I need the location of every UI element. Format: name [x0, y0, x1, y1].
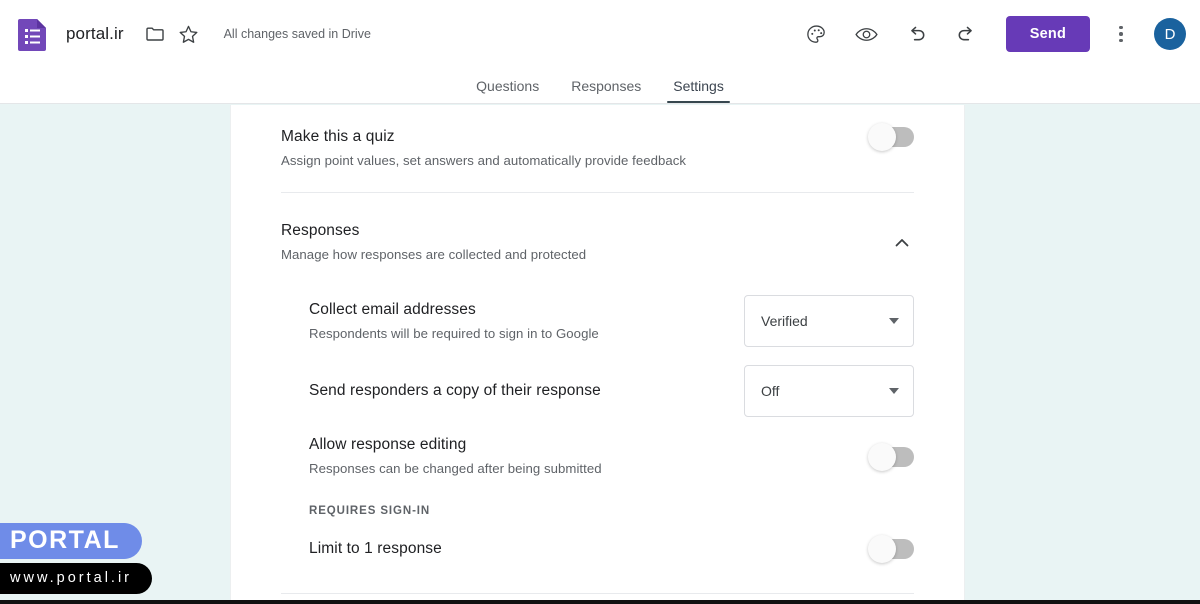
chevron-down-icon: [889, 388, 899, 394]
collect-email-text: Collect email addresses Respondents will…: [309, 300, 619, 343]
kebab-menu-icon[interactable]: [1106, 15, 1136, 53]
responses-title: Responses: [281, 221, 586, 241]
page-bottom-border: [0, 600, 1200, 604]
collect-email-value: Verified: [761, 313, 808, 329]
send-copy-value: Off: [761, 383, 779, 399]
save-status-text: All changes saved in Drive: [224, 27, 371, 41]
chevron-down-icon: [889, 318, 899, 324]
kebab-dot: [1119, 32, 1123, 36]
collect-email-select[interactable]: Verified: [744, 295, 914, 347]
limit-response-title: Limit to 1 response: [309, 539, 442, 559]
tab-responses[interactable]: Responses: [555, 78, 657, 103]
allow-editing-text: Allow response editing Responses can be …: [309, 435, 622, 478]
watermark-url: www.portal.ir: [0, 563, 152, 594]
undo-arrow-icon[interactable]: [898, 15, 936, 53]
make-quiz-subtitle: Assign point values, set answers and aut…: [281, 152, 686, 170]
bottom-divider: [281, 593, 914, 594]
allow-editing-toggle[interactable]: [870, 447, 914, 467]
tab-settings[interactable]: Settings: [657, 78, 740, 103]
responses-section-header[interactable]: Responses Manage how responses are colle…: [231, 193, 964, 286]
chevron-up-icon[interactable]: [890, 231, 914, 255]
send-copy-title: Send responders a copy of their response: [309, 381, 601, 401]
watermark-brand: PORTAL: [0, 523, 142, 559]
allow-editing-title: Allow response editing: [309, 435, 602, 455]
requires-sign-in-label: Requires sign-in: [309, 487, 914, 521]
send-button[interactable]: Send: [1006, 16, 1090, 52]
responses-header-text: Responses Manage how responses are colle…: [281, 221, 586, 264]
limit-response-text: Limit to 1 response: [309, 539, 462, 559]
kebab-dot: [1119, 26, 1123, 30]
watermark: PORTAL www.portal.ir: [0, 523, 200, 594]
setting-row-collect-email: Collect email addresses Respondents will…: [309, 286, 914, 356]
toggle-knob: [868, 443, 896, 471]
send-copy-select[interactable]: Off: [744, 365, 914, 417]
toggle-knob: [868, 123, 896, 151]
settings-card: Make this a quiz Assign point values, se…: [230, 105, 965, 604]
star-icon[interactable]: [172, 17, 206, 51]
responses-settings-list: Collect email addresses Respondents will…: [231, 286, 964, 577]
tab-questions[interactable]: Questions: [460, 78, 555, 103]
make-quiz-toggle-cell: [744, 127, 914, 147]
document-title[interactable]: portal.ir: [66, 24, 124, 44]
toolbar-actions: Send D: [798, 15, 1186, 53]
make-quiz-toggle[interactable]: [870, 127, 914, 147]
top-toolbar: portal.ir All changes saved in Drive: [0, 0, 1200, 68]
kebab-dot: [1119, 39, 1123, 43]
tab-bar: Questions Responses Settings: [0, 68, 1200, 104]
palette-icon[interactable]: [798, 15, 836, 53]
setting-row-send-copy: Send responders a copy of their response…: [309, 356, 914, 426]
eye-preview-icon[interactable]: [848, 15, 886, 53]
make-quiz-title: Make this a quiz: [281, 127, 686, 147]
limit-response-toggle-cell: [744, 539, 914, 559]
avatar[interactable]: D: [1154, 18, 1186, 50]
allow-editing-toggle-cell: [744, 447, 914, 467]
redo-arrow-icon[interactable]: [948, 15, 986, 53]
allow-editing-subtitle: Responses can be changed after being sub…: [309, 460, 602, 478]
collect-email-subtitle: Respondents will be required to sign in …: [309, 325, 599, 343]
limit-response-toggle[interactable]: [870, 539, 914, 559]
setting-row-allow-editing: Allow response editing Responses can be …: [309, 426, 914, 487]
toggle-knob: [868, 535, 896, 563]
responses-subtitle: Manage how responses are collected and p…: [281, 246, 586, 264]
forms-document-icon[interactable]: [18, 17, 48, 51]
google-forms-settings-page: portal.ir All changes saved in Drive: [0, 0, 1200, 604]
setting-row-limit-response: Limit to 1 response: [309, 521, 914, 577]
make-quiz-text: Make this a quiz Assign point values, se…: [281, 127, 686, 170]
folder-icon[interactable]: [138, 17, 172, 51]
send-copy-text: Send responders a copy of their response: [309, 381, 621, 401]
setting-row-make-quiz: Make this a quiz Assign point values, se…: [231, 105, 964, 192]
collect-email-title: Collect email addresses: [309, 300, 599, 320]
